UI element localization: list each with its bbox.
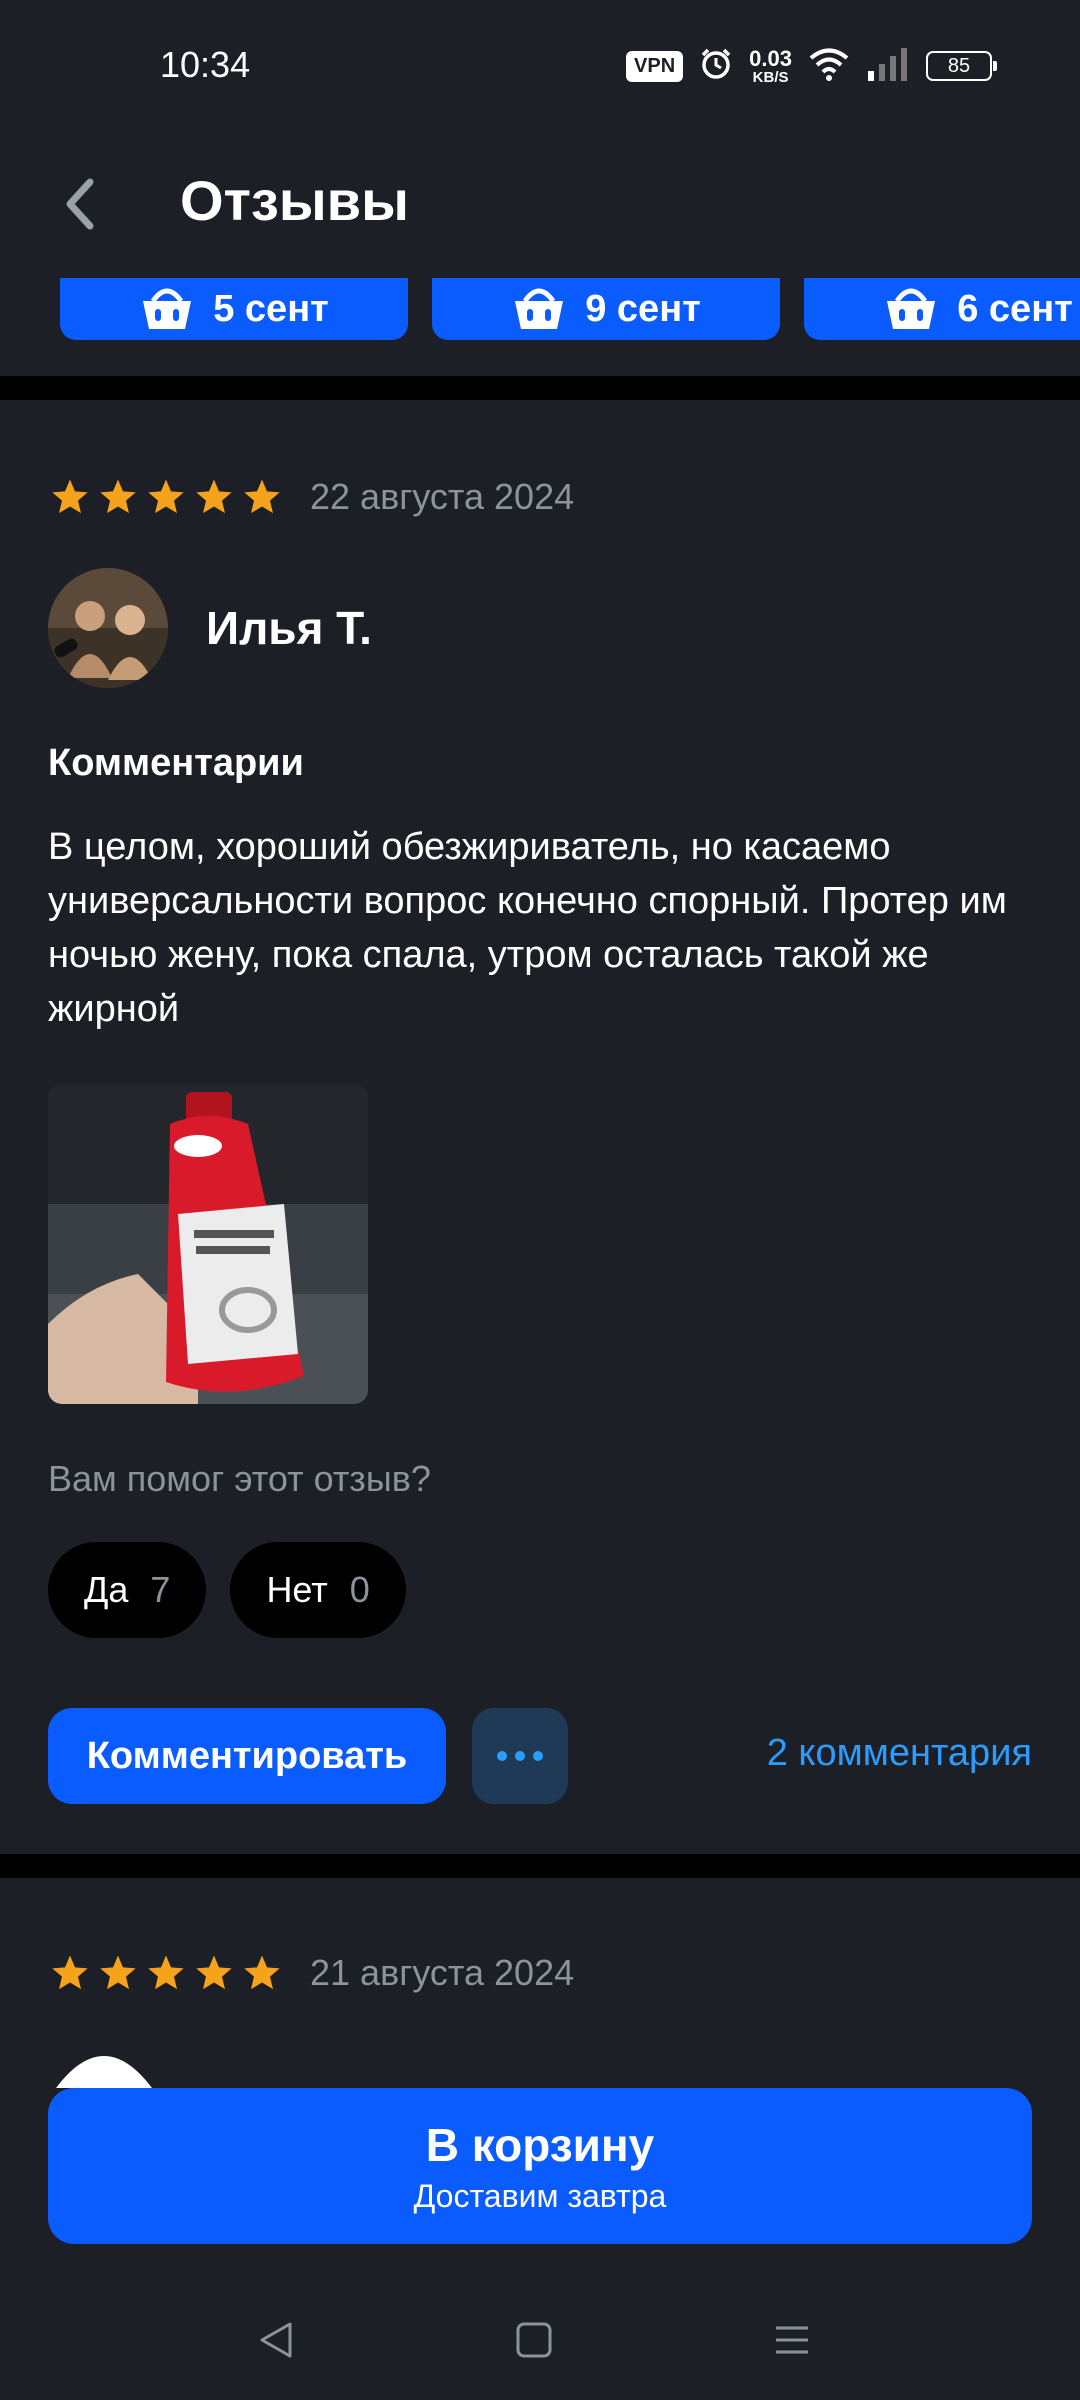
section-divider [0, 376, 1080, 400]
comments-link[interactable]: 2 комментария [767, 1732, 1032, 1775]
network-speed: 0.03 KB/S [749, 45, 792, 86]
basket-icon [887, 288, 936, 329]
nav-home-button[interactable] [504, 2310, 564, 2370]
star-icon [244, 1955, 280, 1990]
star-rating [50, 477, 282, 517]
star-icon [100, 479, 136, 514]
speed-value: 0.03 [749, 45, 792, 71]
vote-yes-label: Да [84, 1569, 129, 1610]
delivery-chip[interactable]: 5 сент [60, 278, 408, 340]
review-date: 22 августа 2024 [310, 476, 575, 517]
delivery-chip[interactable]: 6 сент [804, 278, 1080, 340]
triangle-back-icon [260, 2322, 292, 2358]
star-icon [52, 479, 88, 514]
chip-label: 6 сент [957, 287, 1073, 330]
chip-label: 5 сент [213, 287, 329, 330]
delivery-chip[interactable]: 9 сент [432, 278, 780, 340]
helpful-question: Вам помог этот отзыв? [48, 1458, 431, 1499]
cart-title: В корзину [425, 2118, 655, 2171]
more-button[interactable] [472, 1708, 568, 1804]
chip-label: 9 сент [585, 287, 701, 330]
star-icon [148, 1955, 184, 1990]
menu-lines-icon [776, 2326, 808, 2354]
rating-row: 21 августа 2024 [50, 1952, 574, 1994]
vote-no-count: 0 [349, 1569, 370, 1610]
page-title: Отзывы [180, 169, 409, 232]
star-icon [196, 479, 232, 514]
review-text: В целом, хороший обезжириватель, но каса… [48, 826, 1007, 1030]
star-icon [52, 1955, 88, 1990]
nav-back-button[interactable] [246, 2310, 306, 2370]
square-home-icon [516, 2322, 552, 2358]
back-button[interactable] [48, 172, 112, 236]
vote-row: Да 7 Нет 0 [48, 1542, 406, 1638]
nav-menu-button[interactable] [762, 2310, 822, 2370]
add-to-cart-button[interactable]: В корзину Доставим завтра [48, 2088, 1032, 2244]
review-date: 21 августа 2024 [310, 1952, 575, 1993]
comment-button[interactable]: Комментировать [48, 1708, 446, 1804]
battery-level: 85 [947, 54, 971, 77]
vote-yes-count: 7 [150, 1569, 171, 1610]
vote-no-button[interactable]: Нет 0 [230, 1542, 406, 1638]
wifi-icon [808, 47, 850, 86]
delivery-chips: 5 сент 9 сент 6 сент [0, 278, 1080, 340]
chevron-left-icon [66, 178, 94, 230]
speed-unit: KB/S [752, 68, 789, 86]
comment-heading: Комментарии [48, 742, 304, 784]
basket-icon [143, 288, 192, 329]
star-icon [100, 1955, 136, 1990]
rating-row: 22 августа 2024 [50, 476, 574, 518]
battery-icon: 85 [926, 51, 997, 81]
star-icon [148, 479, 184, 514]
star-icon [244, 479, 280, 514]
section-divider [0, 1854, 1080, 1878]
alarm-icon [699, 47, 733, 86]
review-actions: Комментировать 2 комментария [48, 1708, 1032, 1804]
star-rating [50, 1953, 282, 1993]
vote-no-label: Нет [266, 1569, 328, 1610]
system-nav-bar [0, 2270, 1080, 2400]
signal-icon [866, 47, 910, 86]
author-name: Илья Т. [206, 602, 372, 654]
avatar[interactable] [48, 568, 168, 688]
more-dots-icon [497, 1751, 543, 1761]
avatar[interactable] [52, 2040, 156, 2088]
status-icons: VPN 0.03 KB/S 85 [626, 44, 997, 88]
basket-icon [515, 288, 564, 329]
review-photo[interactable] [48, 1084, 368, 1404]
author-row: Илья Т. [48, 568, 372, 688]
vpn-badge: VPN [626, 50, 684, 82]
cart-subtitle: Доставим завтра [413, 2177, 667, 2214]
status-bar: 10:34 VPN 0.03 KB/S 85 [0, 0, 1080, 120]
status-time: 10:34 [160, 44, 251, 85]
vote-yes-button[interactable]: Да 7 [48, 1542, 207, 1638]
star-icon [196, 1955, 232, 1990]
header: Отзывы [0, 120, 1080, 280]
